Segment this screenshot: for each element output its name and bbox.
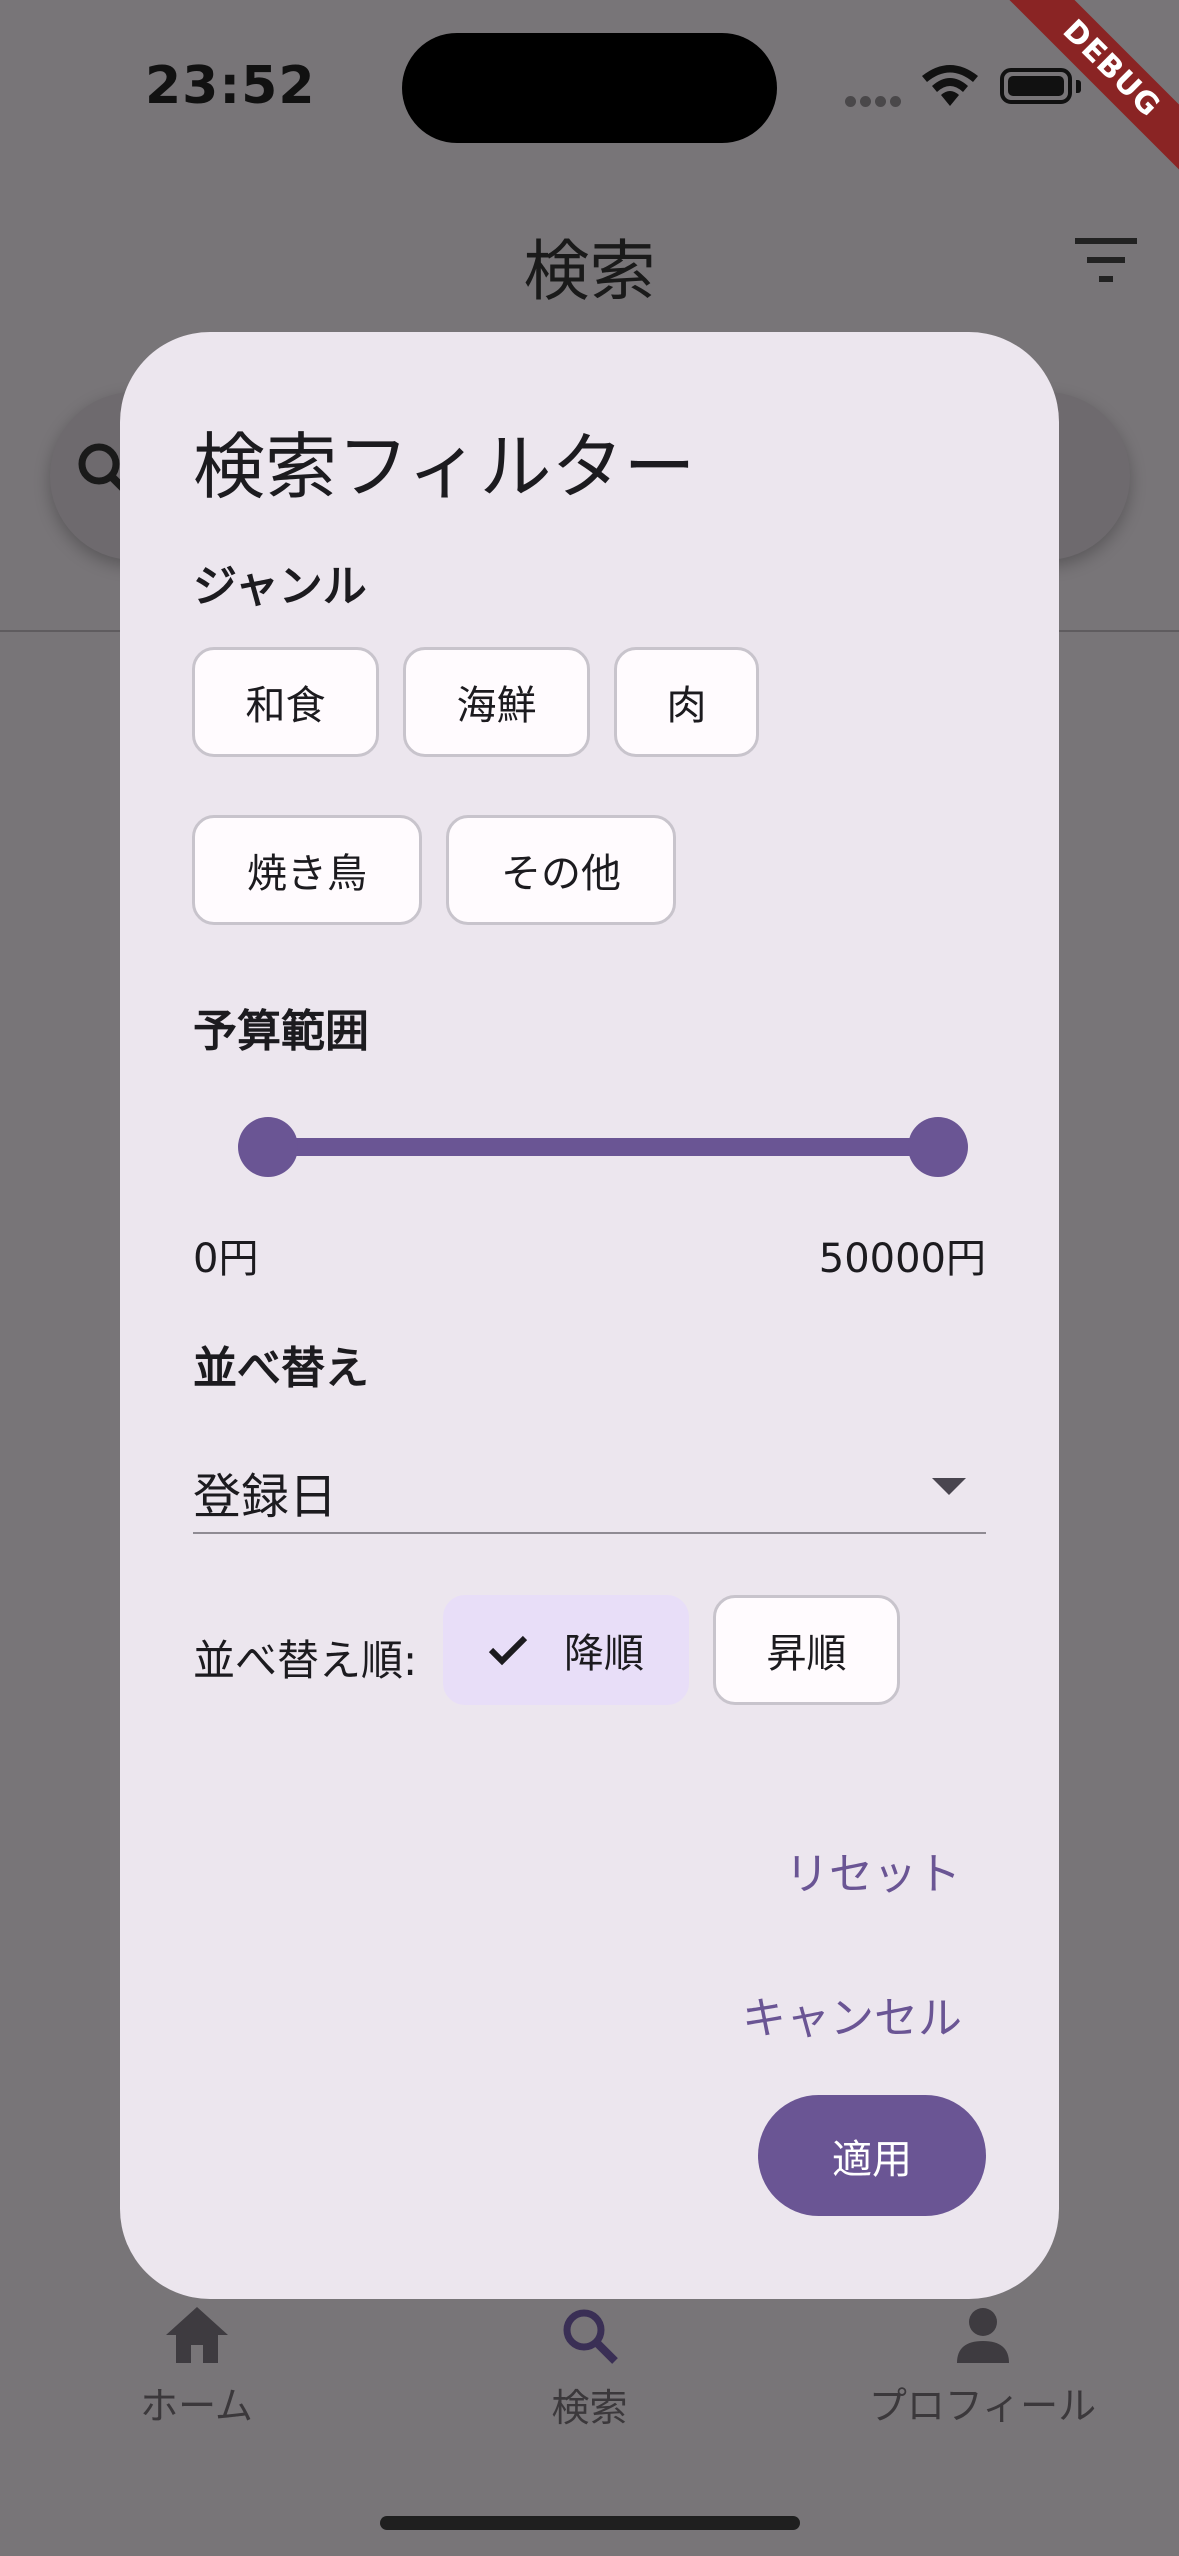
genre-chip[interactable]: 焼き鳥 [192,815,422,925]
home-indicator [380,2516,800,2530]
genre-chip[interactable]: 海鮮 [403,647,590,757]
debug-banner: DEBUG [979,0,1179,200]
cancel-button[interactable]: キャンセル [742,1982,962,2046]
sort-dropdown-value: 登録日 [193,1469,338,1525]
nav-label-profile: プロフィール [868,2384,1097,2428]
sort-dropdown[interactable]: 登録日 [193,1442,986,1534]
person-icon [786,2305,1179,2369]
reset-button[interactable]: リセット [785,1838,961,1902]
page-title: 検索 [523,233,656,310]
home-icon [0,2305,393,2369]
debug-label: DEBUG [1002,0,1179,178]
search-icon [393,2305,786,2371]
budget-label: 予算範囲 [193,1006,369,1057]
sort-order-label: 並べ替え順: [193,1636,418,1685]
apply-button[interactable]: 適用 [758,2095,986,2216]
dialog-title: 検索フィルター [193,425,696,509]
genre-chip[interactable]: 和食 [192,647,379,757]
status-time: 23:52 [145,56,316,116]
nav-label-search: 検索 [551,2386,628,2430]
check-icon [488,1634,528,1666]
range-slider-track[interactable] [268,1138,938,1156]
nav-item-home[interactable]: ホーム [0,2305,393,2430]
nav-item-search[interactable]: 検索 [393,2305,786,2432]
budget-max-label: 50000円 [818,1236,986,1282]
range-slider-min-thumb[interactable] [238,1117,298,1177]
genre-chip[interactable]: 肉 [614,647,759,757]
genre-chip[interactable]: その他 [446,815,676,925]
filter-icon[interactable] [1075,238,1137,286]
nav-label-home: ホーム [140,2384,253,2428]
nav-item-profile[interactable]: プロフィール [786,2305,1179,2430]
sort-ascending-chip[interactable]: 昇順 [713,1595,900,1705]
dynamic-island [402,33,777,143]
wifi-icon [920,62,980,112]
dropdown-arrow-icon [932,1478,966,1495]
genre-label: ジャンル [193,561,367,612]
budget-min-label: 0円 [193,1236,259,1282]
signal-icon [845,92,905,111]
range-slider-max-thumb[interactable] [908,1117,968,1177]
sort-label: 並べ替え [193,1343,369,1394]
sort-descending-chip[interactable]: 降順 [443,1595,689,1705]
sort-descending-label: 降順 [564,1631,644,1677]
